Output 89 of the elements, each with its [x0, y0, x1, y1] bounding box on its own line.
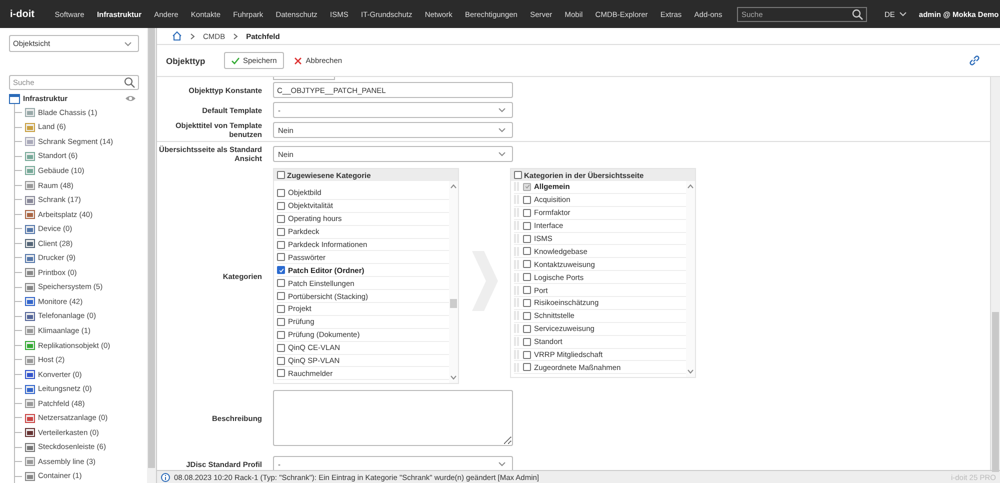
- checkbox[interactable]: [523, 196, 531, 204]
- object-type-icon: [25, 165, 35, 176]
- checkbox[interactable]: [277, 240, 285, 248]
- object-type-icon: [25, 384, 35, 394]
- caret-icon: [498, 461, 506, 468]
- scroll-thumb[interactable]: [148, 28, 155, 468]
- info-icon: [161, 472, 170, 482]
- chevron-icon: [190, 32, 195, 40]
- checkbox[interactable]: [523, 324, 531, 333]
- chevron-icon: [233, 32, 238, 40]
- object-type-icon: [25, 296, 35, 306]
- object-type-icon: [25, 412, 35, 423]
- checkbox[interactable]: [523, 363, 531, 372]
- checkbox[interactable]: [277, 292, 285, 300]
- checkbox[interactable]: [523, 222, 531, 230]
- checkbox[interactable]: [277, 369, 285, 378]
- search-icon: [124, 77, 135, 88]
- checkbox[interactable]: [523, 312, 531, 320]
- home-icon: [172, 31, 182, 41]
- scroll-thumb[interactable]: [450, 299, 457, 308]
- checkbox[interactable]: [277, 344, 285, 352]
- checkmark-icon: [278, 268, 284, 273]
- object-type-icon: [25, 456, 35, 466]
- checkbox[interactable]: [277, 214, 285, 223]
- object-type-icon: [25, 209, 35, 220]
- object-type-icon: [25, 310, 35, 321]
- object-type-icon: [25, 398, 35, 408]
- checkbox[interactable]: [277, 330, 285, 339]
- close-icon: [294, 56, 302, 64]
- checkbox[interactable]: [523, 286, 531, 294]
- object-type-icon: [25, 107, 35, 118]
- object-type-icon: [25, 238, 35, 248]
- folder-icon: [9, 94, 20, 104]
- scrollbar[interactable]: [686, 181, 695, 378]
- checkbox[interactable]: [523, 350, 531, 359]
- checkbox[interactable]: [523, 273, 531, 282]
- checkbox[interactable]: [514, 171, 522, 179]
- caret-icon: [450, 375, 457, 380]
- link-icon: [969, 55, 980, 66]
- caret-icon: [124, 40, 132, 46]
- search-icon: [852, 8, 862, 20]
- checkbox[interactable]: [523, 338, 531, 346]
- caret-icon: [498, 127, 506, 133]
- object-type-icon: [25, 369, 35, 380]
- object-type-icon: [25, 224, 35, 234]
- object-type-icon: [25, 194, 35, 205]
- scrollbar[interactable]: [990, 77, 1000, 470]
- checkbox[interactable]: [277, 253, 285, 262]
- logo[interactable]: i-doit: [10, 8, 34, 20]
- scrollbar[interactable]: [147, 28, 156, 483]
- checkbox[interactable]: [277, 171, 285, 179]
- caret-icon: [687, 369, 694, 374]
- checkbox[interactable]: [277, 356, 285, 365]
- checkbox[interactable]: [277, 304, 285, 313]
- checkmark-icon: [524, 184, 530, 190]
- caret-icon: [898, 11, 907, 17]
- object-type-icon: [25, 340, 35, 350]
- checkbox[interactable]: [277, 202, 285, 210]
- object-type-icon: [25, 150, 35, 161]
- object-type-icon: [25, 442, 35, 452]
- object-type-icon: [25, 180, 35, 190]
- checkbox[interactable]: [523, 260, 531, 268]
- object-type-icon: [25, 136, 35, 146]
- caret-icon: [498, 151, 506, 157]
- checkbox[interactable]: [277, 266, 285, 274]
- checkbox[interactable]: [277, 318, 285, 326]
- object-type-icon: [25, 427, 35, 438]
- checkmark-icon: [231, 56, 240, 64]
- scroll-thumb[interactable]: [992, 312, 999, 472]
- object-type-icon: [25, 325, 35, 336]
- scrollbar[interactable]: [449, 181, 458, 384]
- object-type-icon: [25, 470, 35, 481]
- checkbox[interactable]: [277, 279, 285, 288]
- checkbox[interactable]: [523, 298, 531, 307]
- caret-icon: [450, 184, 457, 189]
- eye-icon: [125, 95, 136, 102]
- checkbox[interactable]: [523, 234, 531, 242]
- checkbox[interactable]: [523, 247, 531, 256]
- object-type-icon: [25, 282, 35, 292]
- object-type-icon: [25, 354, 35, 365]
- caret-icon: [498, 107, 506, 113]
- checkbox[interactable]: [277, 188, 285, 197]
- object-type-icon: [25, 267, 35, 278]
- checkbox[interactable]: [523, 208, 531, 217]
- page-title: Objekttyp: [166, 56, 206, 66]
- caret-icon: [687, 184, 694, 189]
- object-type-icon: [25, 252, 35, 263]
- object-type-icon: [25, 122, 35, 132]
- checkbox[interactable]: [277, 228, 285, 236]
